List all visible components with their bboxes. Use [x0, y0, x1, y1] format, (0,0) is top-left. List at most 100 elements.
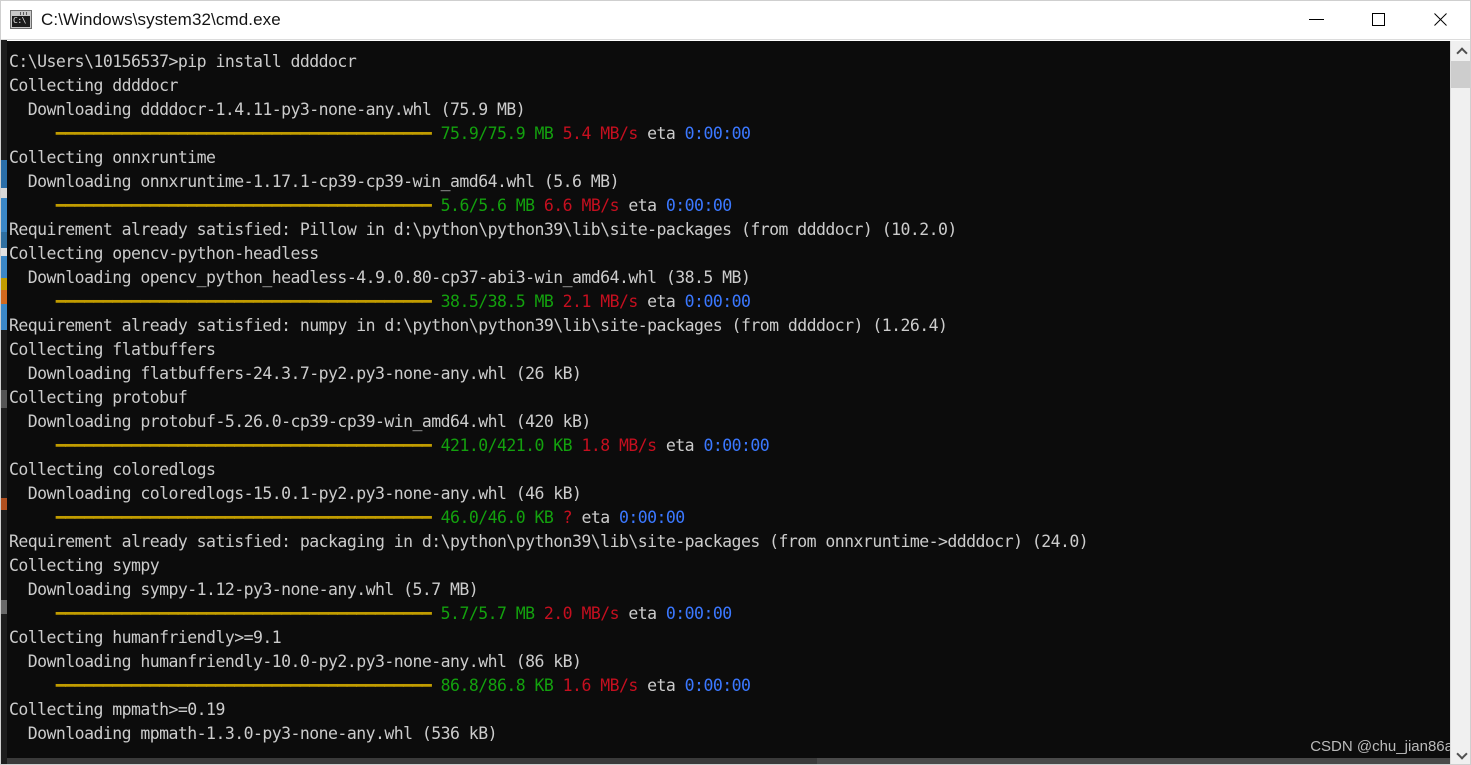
- console-text-segment: [9, 604, 56, 623]
- minimize-icon: [1308, 19, 1324, 20]
- cmd-icon: [10, 10, 32, 29]
- scroll-up-button[interactable]: [1451, 41, 1471, 61]
- console-text-segment: 1.8 MB/s: [581, 436, 657, 455]
- console-text-segment: 6.6 MB/s: [543, 196, 620, 215]
- console-line: Downloading ddddocr-1.4.11-py3-none-any.…: [7, 98, 1450, 122]
- close-button[interactable]: [1409, 0, 1471, 40]
- console-text-segment: [553, 124, 562, 143]
- console-line: ━━━━━━━━━━━━━━━━━━━━━━━━━━━━━━━━━━━━━━━━…: [7, 290, 1450, 314]
- console-text-segment: [431, 292, 440, 311]
- vertical-scrollbar[interactable]: [1450, 41, 1471, 765]
- console-text-segment: [9, 508, 56, 527]
- console-text-segment: Collecting opencv-python-headless: [9, 244, 319, 263]
- close-icon: [1432, 12, 1448, 28]
- console-text-segment: Collecting flatbuffers: [9, 340, 216, 359]
- console-text-segment: 421.0/421.0 KB: [440, 436, 573, 455]
- console-line: Downloading sympy-1.12-py3-none-any.whl …: [7, 578, 1450, 602]
- console-text-segment: ━━━━━━━━━━━━━━━━━━━━━━━━━━━━━━━━━━━━━━━━: [55, 196, 432, 215]
- console-line: ━━━━━━━━━━━━━━━━━━━━━━━━━━━━━━━━━━━━━━━━…: [7, 602, 1450, 626]
- console-line: Collecting opencv-python-headless: [7, 242, 1450, 266]
- console-text-segment: [431, 676, 440, 695]
- horizontal-scrollbar-thumb[interactable]: [817, 758, 1471, 765]
- console-text-segment: 1.6 MB/s: [562, 676, 639, 695]
- console-text-segment: Collecting humanfriendly>=9.1: [9, 628, 282, 647]
- console-text-segment: [535, 196, 544, 215]
- console-line: ━━━━━━━━━━━━━━━━━━━━━━━━━━━━━━━━━━━━━━━━…: [7, 674, 1450, 698]
- scroll-down-button[interactable]: [1451, 745, 1471, 765]
- console-text-segment: 0:00:00: [665, 604, 732, 623]
- console-text-segment: [9, 124, 56, 143]
- console-text-segment: 0:00:00: [684, 124, 751, 143]
- console-text-segment: 46.0/46.0 KB: [440, 508, 554, 527]
- console-text-segment: 38.5/38.5 MB: [440, 292, 554, 311]
- console-text-segment: Downloading ddddocr-1.4.11-py3-none-any.…: [9, 100, 526, 119]
- console-text-segment: C:\Users\10156537>pip install ddddocr: [9, 52, 357, 71]
- cmd-window: C:\Windows\system32\cmd.exe C:\Users\101…: [0, 0, 1471, 765]
- window-controls: [1285, 0, 1471, 40]
- console-text-segment: [9, 196, 56, 215]
- console-text-segment: [535, 604, 544, 623]
- console-text-segment: eta: [656, 436, 704, 455]
- console-line: Requirement already satisfied: Pillow in…: [7, 218, 1450, 242]
- console-text-segment: ━━━━━━━━━━━━━━━━━━━━━━━━━━━━━━━━━━━━━━━━: [55, 292, 432, 311]
- console-text-segment: Collecting sympy: [9, 556, 160, 575]
- console-text-segment: eta: [637, 124, 685, 143]
- console-text-segment: ━━━━━━━━━━━━━━━━━━━━━━━━━━━━━━━━━━━━━━━━: [55, 604, 432, 623]
- console-line: Downloading humanfriendly-10.0-py2.py3-n…: [7, 650, 1450, 674]
- horizontal-scrollbar[interactable]: [7, 758, 1471, 765]
- console-text-segment: 0:00:00: [618, 508, 685, 527]
- console-text-segment: 2.1 MB/s: [562, 292, 639, 311]
- console-text-segment: ━━━━━━━━━━━━━━━━━━━━━━━━━━━━━━━━━━━━━━━━: [55, 124, 432, 143]
- console-text-segment: Collecting coloredlogs: [9, 460, 216, 479]
- console-line: Collecting protobuf: [7, 386, 1450, 410]
- console-text-segment: 0:00:00: [684, 292, 751, 311]
- console-line: Collecting coloredlogs: [7, 458, 1450, 482]
- console-line: Requirement already satisfied: numpy in …: [7, 314, 1450, 338]
- console-text-segment: Requirement already satisfied: numpy in …: [9, 316, 948, 335]
- chevron-down-icon: [1455, 747, 1468, 760]
- minimize-button[interactable]: [1285, 0, 1347, 40]
- console-text-segment: Downloading flatbuffers-24.3.7-py2.py3-n…: [9, 364, 582, 383]
- console-line: Downloading onnxruntime-1.17.1-cp39-cp39…: [7, 170, 1450, 194]
- console-text-segment: ━━━━━━━━━━━━━━━━━━━━━━━━━━━━━━━━━━━━━━━━: [55, 508, 432, 527]
- console-text-segment: Collecting onnxruntime: [9, 148, 216, 167]
- console-text-segment: [553, 508, 562, 527]
- vertical-scrollbar-track[interactable]: [1451, 61, 1471, 745]
- console-text-segment: [9, 676, 56, 695]
- console-text-segment: Requirement already satisfied: packaging…: [9, 532, 1089, 551]
- console-text-segment: Downloading mpmath-1.3.0-py3-none-any.wh…: [9, 724, 498, 743]
- console-line: Downloading coloredlogs-15.0.1-py2.py3-n…: [7, 482, 1450, 506]
- console-text-segment: [431, 196, 440, 215]
- console-text-segment: [431, 124, 440, 143]
- console-text-segment: 2.0 MB/s: [543, 604, 620, 623]
- console-text-segment: ━━━━━━━━━━━━━━━━━━━━━━━━━━━━━━━━━━━━━━━━: [55, 436, 432, 455]
- vertical-scrollbar-thumb[interactable]: [1451, 61, 1471, 88]
- console-line: Collecting humanfriendly>=9.1: [7, 626, 1450, 650]
- console-text-segment: Collecting protobuf: [9, 388, 188, 407]
- console-text-segment: [431, 508, 440, 527]
- maximize-button[interactable]: [1347, 0, 1409, 40]
- console-text-segment: 0:00:00: [703, 436, 770, 455]
- console-text-segment: [9, 436, 56, 455]
- console-output-area[interactable]: C:\Users\10156537>pip install ddddocr Col…: [7, 41, 1450, 758]
- console-line: Collecting flatbuffers: [7, 338, 1450, 362]
- console-line: ━━━━━━━━━━━━━━━━━━━━━━━━━━━━━━━━━━━━━━━━…: [7, 506, 1450, 530]
- console-text-segment: [431, 436, 440, 455]
- console-text-segment: 5.6/5.6 MB: [440, 196, 535, 215]
- console-text-segment: ?: [562, 508, 573, 527]
- cmd-icon-dots: [20, 12, 29, 15]
- console-text-segment: Collecting ddddocr: [9, 76, 178, 95]
- console-line: Collecting onnxruntime: [7, 146, 1450, 170]
- console-line: ━━━━━━━━━━━━━━━━━━━━━━━━━━━━━━━━━━━━━━━━…: [7, 194, 1450, 218]
- console-line: Requirement already satisfied: packaging…: [7, 530, 1450, 554]
- chevron-up-icon: [1455, 46, 1468, 59]
- console-text-segment: Downloading humanfriendly-10.0-py2.py3-n…: [9, 652, 582, 671]
- console-line: ━━━━━━━━━━━━━━━━━━━━━━━━━━━━━━━━━━━━━━━━…: [7, 122, 1450, 146]
- console-line: Downloading opencv_python_headless-4.9.0…: [7, 266, 1450, 290]
- console-text-segment: Collecting mpmath>=0.19: [9, 700, 225, 719]
- background-window-sliver: [0, 40, 7, 765]
- console-text-segment: [553, 676, 562, 695]
- console-text-segment: Downloading sympy-1.12-py3-none-any.whl …: [9, 580, 479, 599]
- console-text-segment: [553, 292, 562, 311]
- console-line: Collecting mpmath>=0.19: [7, 698, 1450, 722]
